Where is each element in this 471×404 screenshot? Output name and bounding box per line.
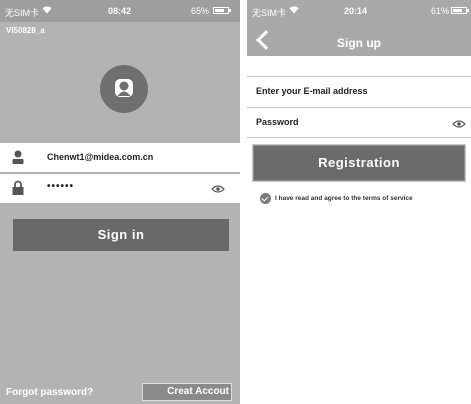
sign-in-button[interactable]: Sign in [13, 219, 229, 251]
email-placeholder: Enter your E-mail address [256, 86, 368, 96]
forgot-password-link[interactable]: Forgot password? [6, 387, 93, 398]
username-value: Chenwt1@midea.com.cn [47, 152, 154, 162]
battery-percent: 65% [191, 6, 210, 16]
carrier-label: 无SIM卡 [252, 8, 287, 18]
avatar-icon[interactable] [100, 65, 148, 113]
username-field[interactable]: Chenwt1@midea.com.cn [0, 143, 240, 172]
password-field[interactable]: Password [247, 107, 471, 138]
battery-icon [451, 7, 469, 14]
signup-screen: 无SIM卡 20:14 61% Sign up Enter your E-mai… [247, 0, 471, 404]
create-account-button[interactable]: Creat Accout [142, 383, 232, 401]
check-icon[interactable] [260, 193, 271, 204]
eye-icon[interactable] [452, 119, 466, 129]
user-icon [12, 150, 24, 164]
password-field[interactable]: •••••• [0, 174, 240, 203]
password-placeholder: Password [256, 117, 299, 127]
registration-button[interactable]: Registration [252, 144, 466, 182]
status-bar: 无SIM卡 08:42 65% [0, 0, 240, 22]
login-screen: 无SIM卡 08:42 65% VI50828_a Chenwt1@midea.… [0, 0, 240, 404]
wifi-icon [289, 6, 299, 14]
battery-icon [213, 7, 231, 14]
battery-percent: 61% [431, 6, 450, 16]
navigation-header: 无SIM卡 20:14 61% Sign up [247, 0, 471, 56]
terms-label[interactable]: I have read and agree to the terms of se… [275, 195, 413, 202]
clock: 08:42 [108, 6, 132, 16]
eye-icon[interactable] [211, 184, 225, 194]
clock: 20:14 [344, 6, 368, 16]
status-bar: 无SIM卡 20:14 61% [247, 0, 471, 22]
page-title: Sign up [337, 36, 381, 50]
account-id-label: VI50828_a [6, 26, 45, 35]
carrier-label: 无SIM卡 [5, 8, 40, 18]
password-mask: •••••• [47, 181, 75, 192]
email-field[interactable]: Enter your E-mail address [247, 76, 471, 106]
wifi-icon [42, 6, 52, 14]
lock-icon [12, 180, 24, 195]
